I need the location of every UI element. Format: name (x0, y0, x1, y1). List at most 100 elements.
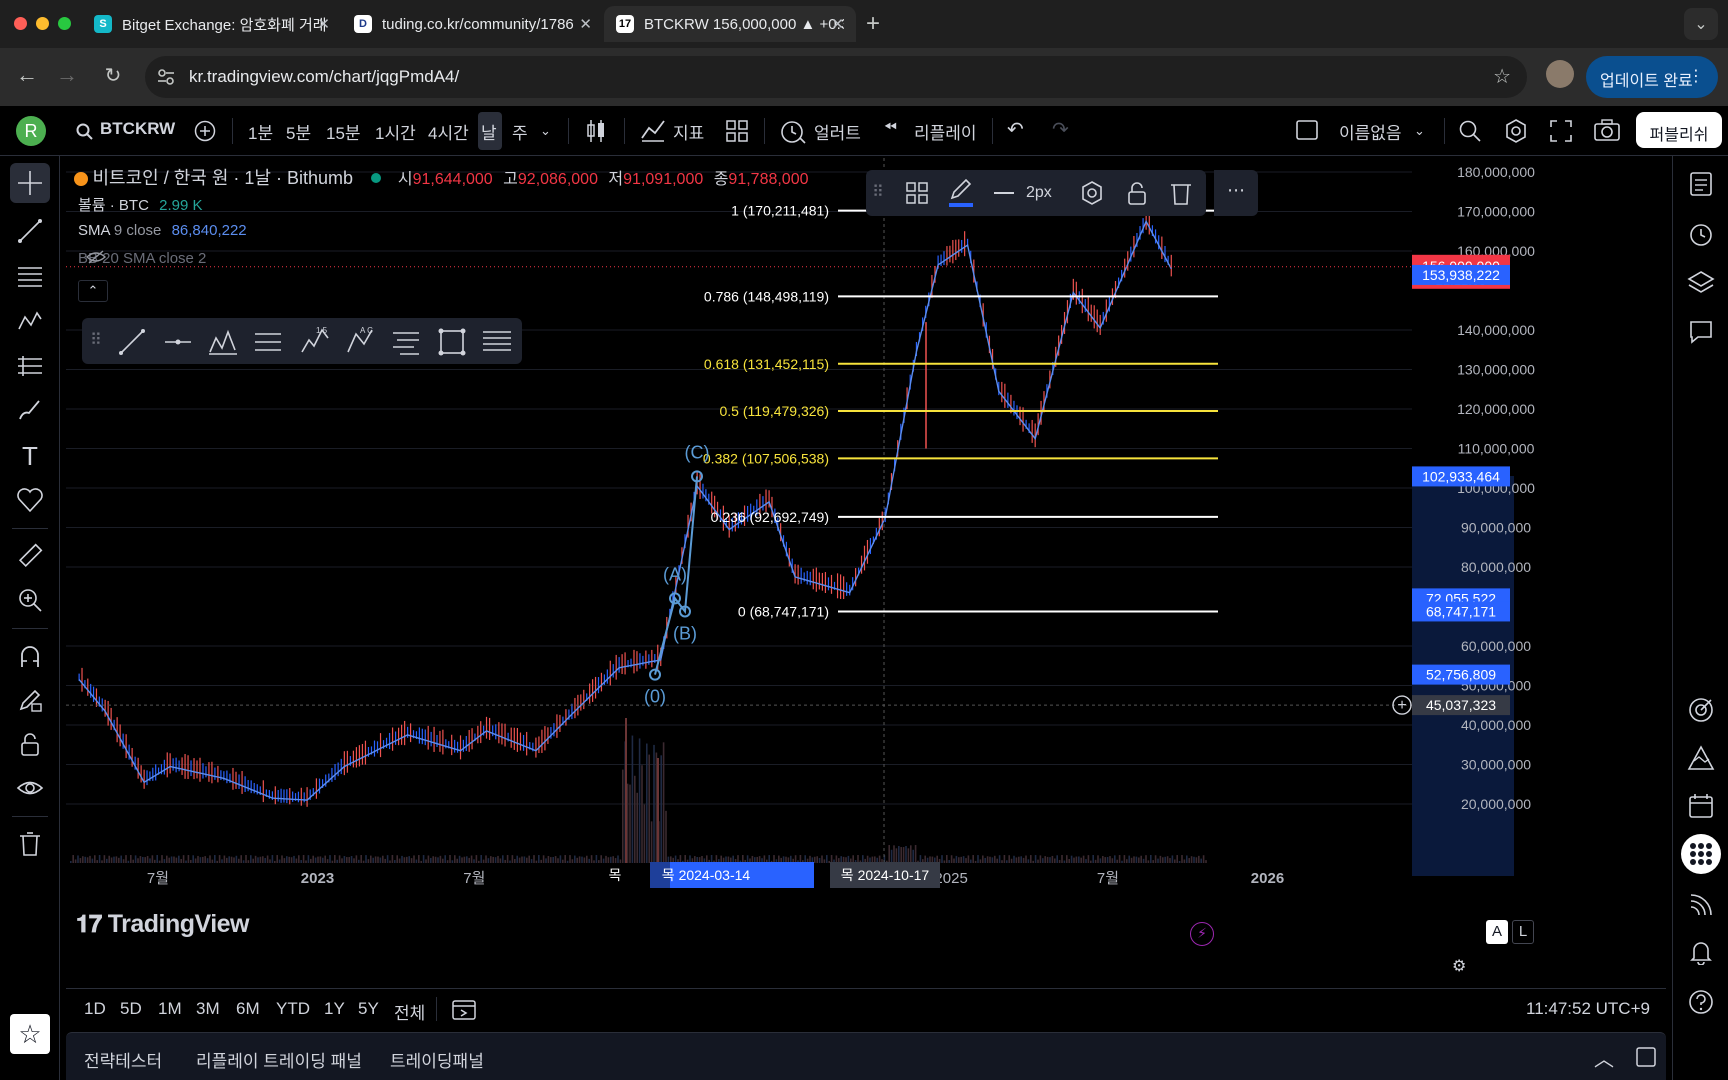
snapshot-camera-icon[interactable] (1594, 119, 1620, 141)
close-tab-icon[interactable]: ✕ (579, 15, 592, 33)
interval-day-active[interactable]: 날 (481, 119, 497, 144)
tab-trading-panel[interactable]: 트레이딩패널 (390, 1047, 484, 1072)
price-chart[interactable]: 180,000,000 170,000,000 160,000,000 140,000… (66, 158, 1666, 975)
indicators-icon[interactable] (640, 118, 666, 142)
trash-icon[interactable] (10, 824, 50, 864)
line-style-icon[interactable] (994, 192, 1014, 194)
magnet-icon[interactable] (10, 636, 50, 676)
line-width[interactable]: 2px (1026, 184, 1052, 202)
interval-4h[interactable]: 4시간 (428, 119, 469, 144)
tab-search-chevron-icon[interactable]: ⌄ (1684, 8, 1718, 40)
alert-clock-icon[interactable] (780, 118, 806, 144)
fib-tool-icon[interactable] (10, 256, 50, 296)
drag-handle-icon[interactable]: ⠿ (90, 330, 102, 350)
help-question-icon[interactable] (1681, 982, 1721, 1022)
range-5d[interactable]: 5D (120, 999, 142, 1019)
range-all[interactable]: 전체 (394, 999, 425, 1024)
chat-icon[interactable] (1681, 312, 1721, 352)
forecast-tool-icon[interactable] (10, 346, 50, 386)
collapse-legend-chevron-icon[interactable]: ⌃ (78, 280, 108, 302)
range-1y[interactable]: 1Y (324, 999, 345, 1019)
quick-search-icon[interactable] (1458, 119, 1482, 143)
new-tab-icon[interactable]: + (866, 10, 880, 38)
profile-avatar[interactable] (1546, 60, 1574, 88)
target-icon[interactable] (1681, 690, 1721, 730)
range-1d[interactable]: 1D (84, 999, 106, 1019)
symbol-search-icon[interactable] (76, 123, 94, 141)
fav-elliott-correction-icon[interactable]: A C (346, 326, 376, 356)
range-3m[interactable]: 3M (196, 999, 220, 1019)
indicators-button[interactable]: 지표 (673, 119, 704, 144)
interval-15m[interactable]: 15분 (326, 119, 361, 144)
fav-rectangle-icon[interactable] (438, 328, 466, 356)
site-info-icon[interactable] (157, 68, 175, 86)
replay-button[interactable]: 리플레이 (914, 119, 977, 144)
expand-panel-chevron-icon[interactable]: ︿ (1594, 1043, 1614, 1072)
range-5y[interactable]: 5Y (358, 999, 379, 1019)
drag-handle-icon[interactable]: ⠿ (872, 182, 884, 202)
compare-plus-icon[interactable] (194, 120, 216, 142)
fav-horizontal-ray-icon[interactable] (164, 328, 192, 356)
fav-fib-extension-icon[interactable] (392, 328, 420, 356)
undo-icon[interactable]: ↶ (1007, 117, 1024, 142)
favorites-star-icon[interactable]: ☆ (10, 1014, 50, 1054)
fav-fib-icon[interactable] (254, 328, 282, 356)
symbol-title[interactable]: 비트코인 / 한국 원 · 1날 · Bithumb (92, 168, 353, 188)
ideas-mountain-icon[interactable] (1681, 738, 1721, 778)
more-options-icon[interactable]: ⋯ (1214, 170, 1258, 216)
back-icon[interactable]: ← (12, 62, 42, 88)
crosshair-tool-icon[interactable] (10, 163, 50, 203)
tab-replay-trading[interactable]: 리플레이 트레이딩 패널 (196, 1047, 362, 1072)
icon-tool-heart-icon[interactable] (10, 480, 50, 520)
minimize-window-button[interactable] (36, 17, 49, 30)
products-grid-icon[interactable] (1681, 834, 1721, 874)
tab-strategy-tester[interactable]: 전략테스터 (84, 1047, 162, 1072)
calendar-icon[interactable] (1681, 786, 1721, 826)
zoom-in-icon[interactable] (10, 580, 50, 620)
bookmark-star-icon[interactable]: ☆ (1493, 64, 1511, 89)
clock-timezone[interactable]: 11:47:52 UTC+9 (1526, 999, 1650, 1019)
user-avatar[interactable]: R (16, 116, 46, 146)
maximize-window-button[interactable] (58, 17, 71, 30)
chart-canvas[interactable]: 180,000,000170,000,000160,000,000140,000… (66, 158, 1666, 953)
text-tool-icon[interactable]: T (10, 436, 50, 476)
stay-in-drawing-mode-icon[interactable] (10, 680, 50, 720)
close-tab-icon[interactable]: ✕ (317, 15, 330, 33)
interval-5m[interactable]: 5분 (286, 119, 311, 144)
candles-chart-type-icon[interactable] (585, 118, 607, 144)
symbol-name[interactable]: BTCKRW (100, 119, 175, 139)
ruler-tool-icon[interactable] (10, 536, 50, 576)
maximize-panel-icon[interactable] (1636, 1047, 1656, 1067)
settings-gear-icon[interactable] (1504, 119, 1528, 143)
close-tab-icon[interactable]: ✕ (831, 15, 844, 33)
volume-legend[interactable]: 볼륨 · BTC 2.99 K (78, 194, 202, 215)
redo-icon[interactable]: ↷ (1052, 117, 1069, 142)
bb-legend[interactable]: BB 20 SMA close 2 (78, 250, 206, 267)
line-color-pencil-icon[interactable] (948, 178, 974, 208)
interval-1m[interactable]: 1분 (248, 119, 273, 144)
hidden-eye-icon[interactable] (86, 250, 106, 264)
log-scale-toggle[interactable]: L (1512, 920, 1534, 944)
alerts-clock-icon[interactable] (1681, 214, 1721, 254)
forward-icon[interactable]: → (52, 62, 82, 88)
time-axis-settings-icon[interactable]: ⚙︎ (1452, 956, 1466, 976)
range-6m[interactable]: 6M (236, 999, 260, 1019)
browser-tab-active[interactable]: 17 BTCKRW 156,000,000 ▲ +0.3 ✕ (604, 6, 856, 42)
fav-pattern-icon[interactable] (208, 328, 238, 356)
range-1m[interactable]: 1M (158, 999, 182, 1019)
unlock-icon[interactable] (1126, 181, 1148, 205)
interval-week[interactable]: 주 (512, 119, 528, 144)
hide-drawings-eye-icon[interactable] (10, 768, 50, 808)
layout-dropdown-chevron-icon[interactable]: ⌄ (1414, 123, 1425, 139)
goto-date-icon[interactable] (452, 998, 476, 1020)
fav-fib-levels-icon[interactable] (482, 328, 512, 356)
alert-button[interactable]: 얼러트 (814, 119, 861, 144)
notifications-bell-icon[interactable] (1681, 932, 1721, 972)
url-field[interactable]: kr.tradingview.com/chart/jqgPmdA4/ ☆ (145, 56, 1527, 98)
layout-name[interactable]: 이름없음 (1339, 119, 1402, 144)
range-ytd[interactable]: YTD (276, 999, 310, 1019)
fav-elliott-impulse-icon[interactable]: 1 5 (300, 326, 330, 356)
lightning-icon[interactable]: ⚡︎ (1190, 922, 1214, 946)
browser-tab[interactable]: D tuding.co.kr/community/1786 ✕ (342, 6, 604, 42)
fav-trendline-icon[interactable] (118, 328, 146, 356)
